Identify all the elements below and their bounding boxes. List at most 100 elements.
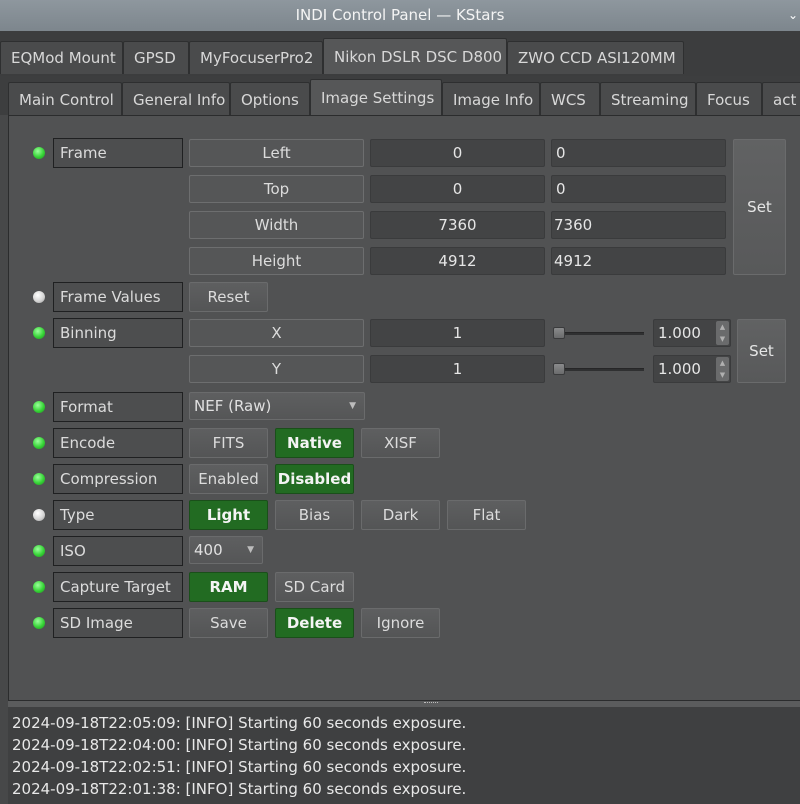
type-bias-button[interactable]: Bias xyxy=(275,500,354,530)
window-title: INDI Control Panel — KStars xyxy=(295,6,505,24)
chevron-down-icon: ▼ xyxy=(247,545,254,555)
compression-label: Compression xyxy=(53,464,183,494)
iso-selected: 400 xyxy=(194,541,223,559)
spin-down-icon[interactable]: ▼ xyxy=(716,369,729,381)
group-tabs: Main Control General Info Options Image … xyxy=(8,79,800,116)
encode-status-led xyxy=(33,437,45,449)
frame-set-button[interactable]: Set xyxy=(733,139,786,275)
message-log[interactable]: 2024-09-18T22:05:09: [INFO] Starting 60 … xyxy=(8,707,800,804)
binning-set-button[interactable]: Set xyxy=(737,319,786,383)
encode-fits-button[interactable]: FITS xyxy=(189,428,268,458)
frame-width-value: 7360 xyxy=(370,211,545,239)
tab-image-info[interactable]: Image Info xyxy=(442,82,540,116)
frame-values-status-led xyxy=(33,291,45,303)
frame-left-input[interactable]: 0 xyxy=(551,139,726,167)
compression-status-led xyxy=(33,473,45,485)
tab-label: Image Settings xyxy=(321,89,435,107)
window-titlebar: INDI Control Panel — KStars ⌄ xyxy=(0,0,800,31)
spin-up-icon[interactable]: ▲ xyxy=(716,357,729,369)
slider-handle[interactable] xyxy=(553,363,565,375)
compression-disabled-button[interactable]: Disabled xyxy=(275,464,354,494)
chevron-down-icon: ▼ xyxy=(349,401,356,411)
spin-down-icon[interactable]: ▼ xyxy=(716,333,729,345)
tab-nikon-dslr[interactable]: Nikon DSLR DSC D800 xyxy=(323,38,507,74)
tab-label: Focus xyxy=(707,90,750,109)
type-status-led xyxy=(33,509,45,521)
binning-y-value: 1 xyxy=(370,355,545,383)
log-entry: 2024-09-18T22:05:09: [INFO] Starting 60 … xyxy=(12,714,467,732)
tab-more[interactable]: act xyxy=(762,82,800,116)
sd-ignore-button[interactable]: Ignore xyxy=(361,608,440,638)
tab-wcs[interactable]: WCS xyxy=(540,82,600,116)
frame-status-led xyxy=(33,147,45,159)
type-light-button[interactable]: Light xyxy=(189,500,268,530)
reset-button[interactable]: Reset xyxy=(189,282,268,312)
frame-height-value: 4912 xyxy=(370,247,545,275)
frame-top-input[interactable]: 0 xyxy=(551,175,726,203)
log-entry: 2024-09-18T22:02:51: [INFO] Starting 60 … xyxy=(12,758,467,776)
frame-height-input[interactable]: 4912 xyxy=(551,247,726,275)
tab-myfocuserpro2[interactable]: MyFocuserPro2 xyxy=(189,41,323,74)
type-flat-button[interactable]: Flat xyxy=(447,500,526,530)
iso-dropdown[interactable]: 400 ▼ xyxy=(189,536,263,564)
encode-xisf-button[interactable]: XISF xyxy=(361,428,440,458)
tab-general-info[interactable]: General Info xyxy=(122,82,230,116)
grip-icon xyxy=(424,702,438,704)
tab-zwo-ccd[interactable]: ZWO CCD ASI120MM xyxy=(507,41,684,74)
spin-buttons[interactable]: ▲ ▼ xyxy=(716,321,729,345)
sd-save-button[interactable]: Save xyxy=(189,608,268,638)
tab-label: ZWO CCD ASI120MM xyxy=(518,49,676,67)
type-dark-button[interactable]: Dark xyxy=(361,500,440,530)
slider-track xyxy=(557,332,644,335)
binning-x-slider[interactable] xyxy=(553,326,648,340)
tab-options[interactable]: Options xyxy=(230,82,310,116)
log-entry: 2024-09-18T22:01:38: [INFO] Starting 60 … xyxy=(12,780,467,798)
capture-ram-button[interactable]: RAM xyxy=(189,572,268,602)
binning-x-value: 1 xyxy=(370,319,545,347)
tab-gpsd[interactable]: GPSD xyxy=(123,41,189,74)
tab-streaming[interactable]: Streaming xyxy=(600,82,696,116)
frame-left-label: Left xyxy=(189,139,364,167)
sd-image-status-led xyxy=(33,617,45,629)
tab-label: Nikon DSLR DSC D800 xyxy=(334,47,503,66)
spinbox-value: 1.000 xyxy=(658,324,701,342)
capture-target-status-led xyxy=(33,581,45,593)
tab-image-settings[interactable]: Image Settings xyxy=(310,79,442,116)
format-label: Format xyxy=(53,392,183,422)
binning-x-spinbox[interactable]: 1.000 ▲ ▼ xyxy=(653,319,731,347)
spin-up-icon[interactable]: ▲ xyxy=(716,321,729,333)
tab-focus[interactable]: Focus xyxy=(696,82,762,116)
tab-label: Streaming xyxy=(611,90,689,109)
window-left-edge xyxy=(0,115,8,804)
frame-width-input[interactable]: 7360 xyxy=(551,211,726,239)
binning-y-slider[interactable] xyxy=(553,362,648,376)
chevron-down-icon[interactable]: ⌄ xyxy=(788,0,798,31)
device-tabs: EQMod Mount GPSD MyFocuserPro2 Nikon DSL… xyxy=(0,38,684,74)
binning-x-label: X xyxy=(189,319,364,347)
format-dropdown[interactable]: NEF (Raw) ▼ xyxy=(189,392,365,420)
tab-label: Options xyxy=(241,90,299,109)
tab-label: MyFocuserPro2 xyxy=(200,49,314,67)
encode-native-button[interactable]: Native xyxy=(275,428,354,458)
tab-main-control[interactable]: Main Control xyxy=(8,82,122,116)
slider-handle[interactable] xyxy=(553,327,565,339)
type-label: Type xyxy=(53,500,183,530)
spin-buttons[interactable]: ▲ ▼ xyxy=(716,357,729,381)
frame-top-label: Top xyxy=(189,175,364,203)
tab-label: EQMod Mount xyxy=(11,49,116,67)
sd-delete-button[interactable]: Delete xyxy=(275,608,354,638)
frame-values-label: Frame Values xyxy=(53,282,183,312)
tab-label: act xyxy=(773,90,797,109)
tab-eqmod-mount[interactable]: EQMod Mount xyxy=(0,41,123,74)
binning-y-label: Y xyxy=(189,355,364,383)
format-selected: NEF (Raw) xyxy=(194,397,272,415)
capture-sdcard-button[interactable]: SD Card xyxy=(275,572,354,602)
iso-status-led xyxy=(33,545,45,557)
tab-label: Main Control xyxy=(19,90,114,109)
format-status-led xyxy=(33,401,45,413)
tab-label: WCS xyxy=(551,90,586,109)
image-settings-panel: Frame Left 0 0 Top 0 0 Width 7360 7360 H… xyxy=(8,115,800,701)
frame-height-label: Height xyxy=(189,247,364,275)
compression-enabled-button[interactable]: Enabled xyxy=(189,464,268,494)
binning-y-spinbox[interactable]: 1.000 ▲ ▼ xyxy=(653,355,731,383)
